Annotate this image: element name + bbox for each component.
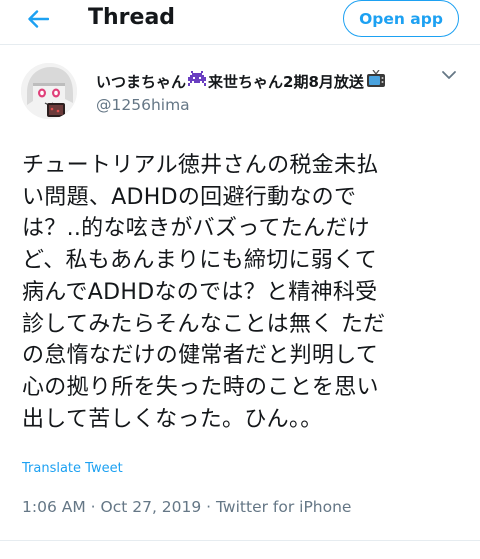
tweet-text-line: チュートリアル徳井さんの税金未払: [22, 153, 379, 178]
back-button[interactable]: [24, 6, 52, 32]
tweet-timestamp[interactable]: 1:06 AM · Oct 27, 2019 · Twitter for iPh…: [22, 498, 351, 516]
page-title: Thread: [88, 5, 176, 30]
open-app-button[interactable]: Open app: [343, 0, 459, 37]
bottom-divider: [0, 540, 480, 541]
tweet-text: チュートリアル徳井さんの税金未払 い問題、ADHDの回避行動なので は？..的な…: [22, 150, 462, 435]
display-name-suffix: 来世ちゃん2期8月放送: [208, 72, 364, 91]
translate-tweet-link[interactable]: Translate Tweet: [22, 461, 123, 476]
chevron-down-icon: [442, 71, 456, 79]
author-name-row[interactable]: いつまちゃん 来世ちゃん2期8月放送: [96, 69, 386, 92]
tweet-text-line: ど、私もあんまりにも締切に弱くて: [22, 248, 378, 274]
alien-monster-icon: [188, 71, 207, 91]
header-divider: [0, 44, 480, 45]
tweet-text-line: 病んでADHDなのでは？と精神科受: [22, 279, 378, 305]
top-bar: Thread Open app: [0, 0, 480, 38]
back-arrow-icon: [28, 10, 49, 28]
display-name: いつまちゃん: [96, 72, 187, 91]
tweet-text-line: 心の拠り所を失った時のことを思い: [22, 374, 379, 400]
user-handle[interactable]: @1256hima: [96, 96, 190, 114]
tweet-text-line: 出して苦しくなった。ひん。。: [22, 406, 323, 432]
avatar[interactable]: [21, 63, 77, 119]
tweet-menu-button[interactable]: [440, 66, 458, 84]
tweet-text-line: は？..的な呟きがバズってたんだけ: [22, 216, 370, 242]
tweet-text-line: 診してみたらそんなことは無く ただ: [22, 311, 386, 337]
television-icon: [366, 69, 386, 92]
tweet-text-line: い問題、ADHDの回避行動なので: [22, 184, 357, 210]
tweet-text-line: の怠惰なだけの健常者だと判明して: [22, 343, 379, 369]
